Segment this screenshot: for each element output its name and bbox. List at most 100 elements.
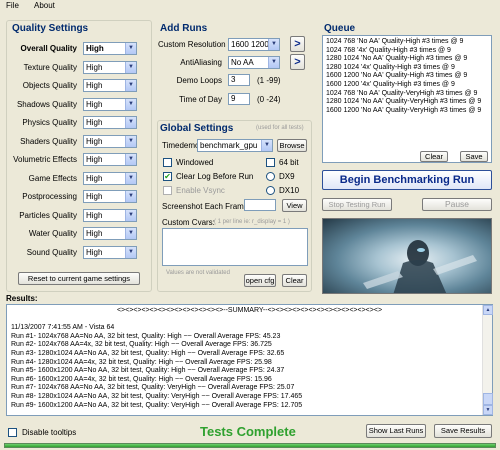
disable-tooltips-label: Disable tooltips — [22, 428, 77, 437]
chevron-down-icon: ▼ — [125, 209, 136, 221]
queue-clear-button[interactable]: Clear — [420, 151, 448, 162]
view-button[interactable]: View — [282, 199, 307, 212]
quality-label: Volumetric Effects — [13, 155, 77, 164]
results-log[interactable]: <><><><><><><><><><><><><>--SUMMARY--<><… — [6, 304, 493, 416]
queue-item[interactable]: 1600 1200 'No AA' Quality-High #3 times … — [326, 72, 488, 81]
chevron-down-icon: ▼ — [125, 98, 136, 110]
chevron-down-icon: ▼ — [125, 246, 136, 258]
demo-loops-label: Demo Loops — [176, 76, 222, 85]
values-not-validated-note: Values are not validated — [166, 270, 230, 276]
queue-item[interactable]: 1024 768 '4x' Quality-High #3 times @ 9 — [326, 47, 488, 56]
queue-item[interactable]: 1600 1200 '4x' Quality-High #3 times @ 9 — [326, 81, 488, 90]
quality-select-value: High — [86, 229, 103, 238]
chevron-down-icon: ▼ — [125, 172, 136, 184]
quality-select[interactable]: High ▼ — [83, 227, 137, 240]
disable-tooltips-checkbox[interactable] — [8, 428, 17, 437]
quality-select[interactable]: High ▼ — [83, 208, 137, 222]
results-scrollbar[interactable]: ▲ ▼ — [482, 305, 493, 415]
stop-testing-button[interactable]: Stop Testing Run — [322, 198, 392, 211]
queue-item[interactable]: 1280 1024 'No AA' Quality-High #3 times … — [326, 55, 488, 64]
custom-resolution-value: 1600 1200 — [231, 40, 269, 49]
chevron-down-icon: ▼ — [268, 39, 279, 50]
checkmark-icon: ✔ — [164, 172, 171, 181]
demo-loops-range: (1 -99) — [257, 76, 281, 85]
quality-select[interactable]: High ▼ — [83, 245, 137, 259]
screenshot-input[interactable] — [244, 199, 276, 211]
reset-game-settings-button[interactable]: Reset to current game settings — [18, 272, 140, 285]
queue-item[interactable]: 1280 1024 'No AA' Quality-VeryHigh #3 ti… — [326, 98, 488, 107]
quality-select-value: High — [86, 192, 103, 201]
add-all-runs-button[interactable]: > — [290, 54, 305, 70]
quality-label: Water Quality — [28, 229, 77, 238]
results-line: <><><><><><><><><><><><><>--SUMMARY--<><… — [116, 307, 383, 314]
add-run-button[interactable]: > — [290, 36, 305, 52]
vsync-checkbox[interactable] — [163, 186, 172, 195]
antialiasing-select[interactable]: No AA ▼ — [228, 56, 280, 69]
antialiasing-value: No AA — [231, 58, 254, 67]
quality-label: Objects Quality — [22, 81, 77, 90]
dx10-label: DX10 — [279, 186, 300, 195]
global-settings-title: Global Settings — [160, 123, 234, 134]
queue-item[interactable]: 1600 1200 'No AA' Quality-VeryHigh #3 ti… — [326, 107, 488, 116]
custom-cvars-textarea[interactable] — [162, 228, 308, 266]
menu-about[interactable]: About — [34, 1, 55, 10]
results-line: Run #6- 1600x1200 AA=4x, 32 bit test, Qu… — [11, 375, 272, 383]
time-of-day-range: (0 -24) — [257, 95, 281, 104]
chevron-down-icon: ▼ — [125, 228, 136, 239]
quality-select[interactable]: High ▼ — [83, 79, 137, 92]
pause-button[interactable]: Pause — [422, 198, 492, 211]
vsync-label: Enable Vsync — [176, 186, 225, 195]
nanosuit-soldier-icon — [363, 240, 477, 293]
results-line: Run #2- 1024x768 AA=4x, 32 bit test, Qua… — [11, 341, 272, 349]
quality-label: Shadows Quality — [16, 99, 77, 109]
queue-item[interactable]: 1024 768 'No AA' Quality-VeryHigh #3 tim… — [326, 90, 488, 99]
scroll-down-icon[interactable]: ▼ — [483, 405, 493, 415]
chevron-down-icon: ▼ — [125, 80, 136, 91]
progress-bar — [4, 443, 496, 448]
dx10-radio[interactable] — [266, 186, 275, 195]
quality-select-value: High — [86, 62, 103, 72]
queue-list[interactable]: 1024 768 'No AA' Quality-High #3 times @… — [322, 35, 492, 163]
results-line: Run #9- 1600x1200 AA=No AA, 32 bit test,… — [11, 401, 303, 409]
show-last-runs-button[interactable]: Show Last Runs — [366, 424, 426, 438]
global-settings-note: (used for all tests) — [256, 125, 304, 131]
clear-log-checkbox[interactable]: ✔ — [163, 172, 172, 181]
quality-select-value: High — [86, 118, 103, 127]
quality-select[interactable]: High ▼ — [83, 190, 137, 203]
custom-cvars-label: Custom Cvars: — [162, 218, 215, 227]
chevron-down-icon: ▼ — [125, 191, 136, 202]
time-of-day-input[interactable]: 9 — [228, 93, 250, 105]
menu-file[interactable]: File — [6, 1, 19, 10]
chevron-down-icon: ▼ — [125, 43, 136, 54]
clear-cvars-button[interactable]: Clear — [282, 274, 307, 287]
quality-select[interactable]: High ▼ — [83, 97, 137, 111]
quality-label: Game Effects — [28, 173, 77, 183]
quality-select[interactable]: High ▼ — [83, 60, 137, 74]
browse-button[interactable]: Browse — [277, 139, 307, 152]
quality-label: Sound Quality — [26, 247, 77, 257]
timedemo-select[interactable]: benchmark_gpu ▼ — [197, 139, 273, 152]
dx9-label: DX9 — [279, 172, 295, 181]
open-cfg-button[interactable]: open cfg — [244, 274, 276, 287]
windowed-checkbox[interactable] — [163, 158, 172, 167]
status-text: Tests Complete — [200, 424, 296, 439]
add-runs-title: Add Runs — [160, 23, 208, 34]
quality-select[interactable]: High ▼ — [83, 171, 137, 185]
queue-item[interactable]: 1024 768 'No AA' Quality-High #3 times @… — [326, 38, 488, 47]
queue-save-button[interactable]: Save — [460, 151, 488, 162]
save-results-button[interactable]: Save Results — [434, 424, 492, 438]
dx9-radio[interactable] — [266, 172, 275, 181]
queue-item[interactable]: 1280 1024 '4x' Quality-High #3 times @ 9 — [326, 64, 488, 73]
clear-log-label: Clear Log Before Run — [176, 172, 254, 181]
quality-select[interactable]: High ▼ — [83, 134, 137, 148]
custom-resolution-select[interactable]: 1600 1200 ▼ — [228, 38, 280, 51]
scroll-up-icon[interactable]: ▲ — [483, 305, 493, 315]
scroll-thumb[interactable] — [483, 393, 493, 405]
demo-loops-input[interactable]: 3 — [228, 74, 250, 86]
begin-benchmark-button[interactable]: Begin Benchmarking Run — [322, 170, 492, 190]
quality-select[interactable]: High ▼ — [83, 153, 137, 166]
quality-select[interactable]: High ▼ — [83, 42, 137, 55]
64bit-checkbox[interactable] — [266, 158, 275, 167]
quality-select[interactable]: High ▼ — [83, 116, 137, 129]
quality-settings-title: Quality Settings — [12, 23, 89, 34]
